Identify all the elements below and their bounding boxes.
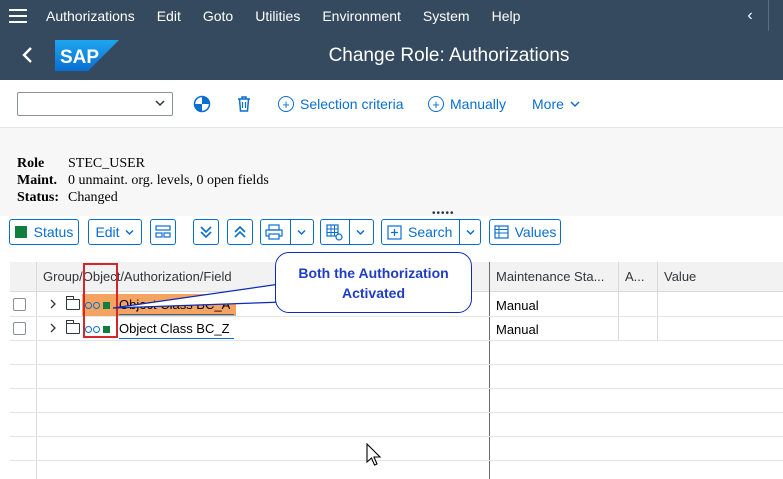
application-toolbar: + Selection criteria + Manually More [0, 80, 783, 128]
menu-utilities[interactable]: Utilities [255, 8, 300, 24]
add-circle-icon: + [428, 96, 444, 112]
column-header-value[interactable]: Value [657, 262, 783, 292]
empty-row [10, 365, 783, 389]
maintenance-status: Manual [496, 322, 539, 337]
menu-system[interactable]: System [423, 8, 470, 24]
menu-goto[interactable]: Goto [203, 8, 233, 24]
row-checkbox[interactable] [13, 322, 26, 335]
layout-button[interactable] [320, 219, 374, 245]
folder-icon [66, 296, 80, 310]
object-class-label[interactable]: Object Class BC_Z [119, 321, 234, 339]
chevron-right-icon[interactable] [48, 296, 58, 315]
empty-row [10, 341, 783, 365]
status-square-icon [14, 226, 27, 238]
hierarchy-icon[interactable] [150, 219, 176, 245]
empty-row [10, 413, 783, 437]
table-row[interactable]: Object Class BC_Z Manual [10, 317, 783, 341]
selection-criteria-button[interactable]: + Selection criteria [278, 94, 404, 114]
empty-row [10, 437, 783, 461]
edit-button[interactable]: Edit [88, 219, 142, 245]
maint-label: Maint. [17, 173, 58, 188]
add-circle-icon: + [278, 96, 294, 112]
grid-settings-icon [326, 223, 343, 241]
delete-icon[interactable] [234, 94, 254, 114]
callout-pointer [112, 283, 284, 309]
empty-row [10, 461, 783, 479]
search-button-label: Search [408, 224, 453, 240]
role-value: STEC_USER [68, 156, 146, 171]
status-row: Status: Changed [17, 190, 118, 206]
chevron-down-icon [124, 224, 135, 240]
search-plus-icon [387, 224, 402, 240]
selection-criteria-label: Selection criteria [300, 96, 404, 112]
folder-icon [66, 320, 80, 334]
maint-value: 0 unmaint. org. levels, 0 open fields [68, 173, 269, 188]
hamburger-menu-icon[interactable] [0, 0, 36, 31]
chevron-right-icon[interactable] [48, 320, 58, 339]
annotation-callout: Both the Authorization Activated [275, 252, 472, 313]
role-label: Role [17, 156, 45, 171]
menu-bar: Authorizations Edit Goto Utilities Envir… [0, 0, 783, 31]
chevron-down-icon [465, 224, 476, 240]
menu-environment[interactable]: Environment [322, 8, 401, 24]
values-button[interactable]: Values [489, 219, 561, 245]
column-header-maintenance[interactable]: Maintenance Sta... [490, 262, 618, 292]
menu-edit[interactable]: Edit [157, 8, 181, 24]
print-button[interactable] [260, 219, 314, 245]
activate-icon[interactable] [192, 94, 212, 114]
maintenance-status: Manual [496, 298, 539, 313]
more-label: More [532, 96, 564, 112]
status-button[interactable]: Status [9, 219, 79, 245]
menu-help[interactable]: Help [492, 8, 521, 24]
menubar-right-area: ‹ [732, 0, 783, 31]
manually-button[interactable]: + Manually [428, 94, 506, 114]
chevron-down-icon [296, 224, 307, 240]
chevron-down-icon [569, 96, 581, 112]
row-checkbox[interactable] [13, 298, 26, 311]
search-button[interactable]: Search [381, 219, 481, 245]
role-row: Role STEC_USER [17, 156, 145, 172]
manually-label: Manually [450, 96, 507, 112]
callout-text: Both the Authorization Activated [298, 264, 449, 301]
collapse-chevron-icon[interactable]: ‹ [732, 7, 768, 25]
collapse-all-icon[interactable] [227, 219, 253, 245]
edit-button-label: Edit [95, 224, 120, 240]
command-dropdown[interactable] [17, 92, 173, 116]
print-icon [265, 224, 283, 240]
menu-authorizations[interactable]: Authorizations [46, 8, 135, 24]
menubar-separator [768, 0, 769, 31]
status-value: Changed [68, 190, 118, 205]
empty-row [10, 389, 783, 413]
column-header-a[interactable]: A... [618, 262, 657, 292]
page-title: Change Role: Authorizations [328, 45, 570, 66]
more-button[interactable]: More [532, 94, 581, 114]
expand-all-icon[interactable] [193, 219, 219, 245]
chevron-down-icon [355, 224, 366, 240]
select-column-header[interactable] [10, 262, 36, 292]
status-label: Status: [17, 190, 60, 205]
table-icon [494, 225, 509, 239]
status-button-label: Status [33, 224, 74, 240]
mouse-cursor-icon [366, 443, 382, 466]
title-bar: SAP Change Role: Authorizations [0, 31, 783, 80]
values-button-label: Values [514, 224, 557, 240]
chevron-down-icon [154, 96, 166, 113]
maint-row: Maint. 0 unmaint. org. levels, 0 open fie… [17, 173, 269, 189]
